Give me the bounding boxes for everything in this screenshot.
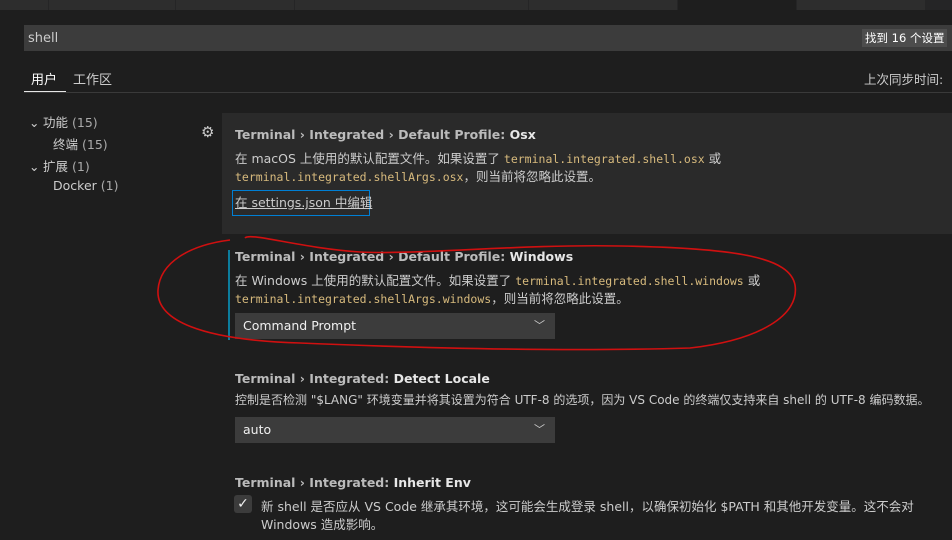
red-annotation-circle <box>157 235 797 351</box>
